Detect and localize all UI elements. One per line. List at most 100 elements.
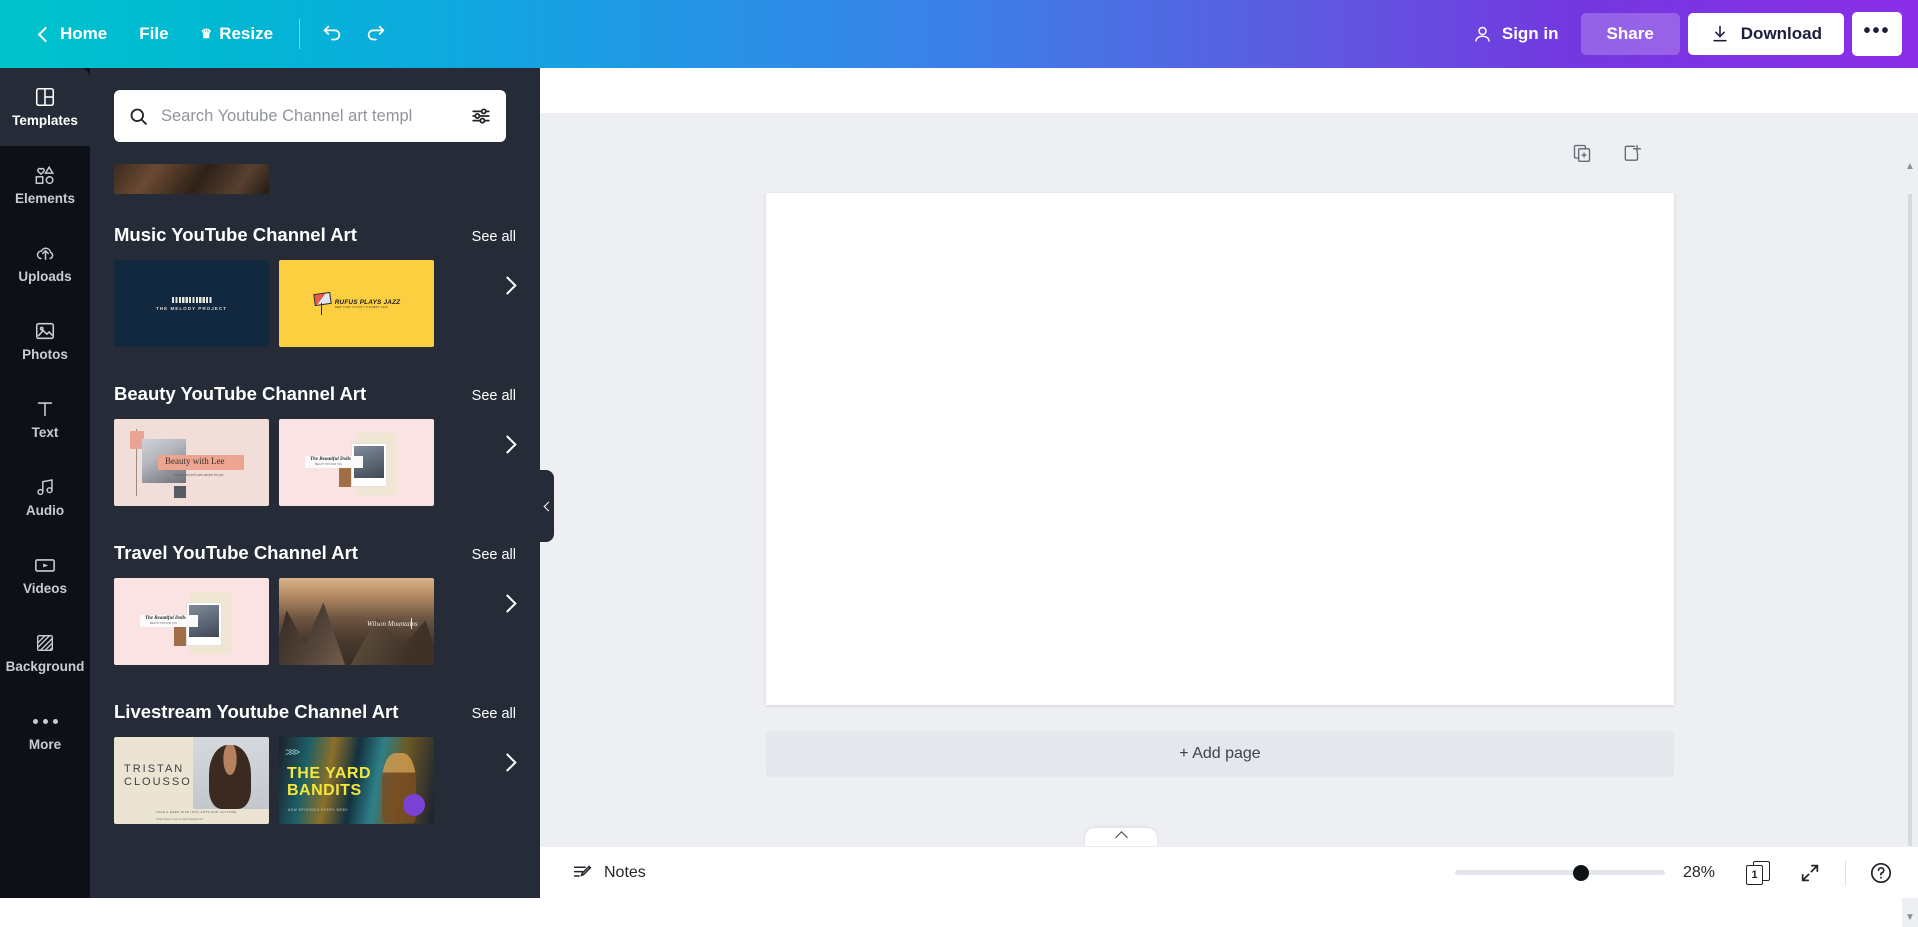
sidebar-item-label: Background [6, 659, 85, 674]
thumbnail-row: Beauty with Lee beauty and self care adv… [90, 419, 540, 506]
sidebar-item-uploads[interactable]: Uploads [0, 224, 90, 302]
undo-button[interactable] [310, 12, 354, 56]
background-icon [34, 632, 56, 654]
template-section-music: Music YouTube Channel Art See all THE ME… [90, 224, 540, 347]
template-thumbnail-melody-project[interactable]: THE MELODY PROJECT [114, 260, 269, 347]
template-thumbnail-rufus-plays-jazz[interactable]: RUFUS PLAYS JAZZ NEW YORK COUNTY'S FINES… [279, 260, 434, 347]
template-subcaption: NEW YORK COUNTY'S FINEST JAZZ [335, 306, 401, 309]
fullscreen-button[interactable] [1793, 856, 1827, 890]
see-all-link-beauty[interactable]: See all [472, 388, 516, 404]
thumbnail-row: TRISTANCLOUSSO TAKE A DEEP DIVE INTO ART… [90, 737, 540, 824]
sidebar-item-label: Audio [26, 503, 64, 518]
share-button[interactable]: Share [1581, 13, 1680, 55]
see-all-link-travel[interactable]: See all [472, 547, 516, 563]
sidebar-item-text[interactable]: Text [0, 380, 90, 458]
section-title: Livestream Youtube Channel Art [114, 701, 398, 723]
design-page-canvas[interactable] [766, 193, 1674, 705]
template-subcaption: BEAUTY TIPS FOR YOU [315, 463, 342, 466]
page-number-badge: 1 [1746, 865, 1763, 885]
search-bar[interactable] [114, 90, 506, 142]
resize-button[interactable]: ♛ Resize [185, 15, 290, 53]
sidebar-item-photos[interactable]: Photos [0, 302, 90, 380]
template-thumbnail-beautiful-dolls[interactable]: The Beautiful Dolls BEAUTY TIPS FOR YOU [279, 419, 434, 506]
sign-in-button[interactable]: Sign in [1458, 15, 1573, 54]
bottom-bar: Notes 28% 1 [540, 846, 1918, 898]
share-label: Share [1607, 24, 1654, 43]
decor-dark-square [174, 486, 186, 498]
canvas-vertical-scrollbar[interactable]: ▲ ▼ [1902, 158, 1918, 927]
thumbnail-row: THE MELODY PROJECT RUFUS PLAYS JAZZ NEW … [90, 260, 540, 347]
sign-in-label: Sign in [1502, 24, 1559, 44]
filter-sliders-icon[interactable] [470, 105, 492, 127]
panel-collapse-handle[interactable] [540, 470, 554, 542]
scroll-up-arrow[interactable]: ▲ [1905, 158, 1915, 176]
templates-scroll-area[interactable]: Music YouTube Channel Art See all THE ME… [90, 68, 540, 898]
uploads-icon [34, 242, 57, 264]
next-arrow-music[interactable] [496, 273, 522, 299]
template-subcaption: BEAUTY TIPS FOR YOU [150, 622, 177, 625]
see-all-link-livestream[interactable]: See all [472, 706, 516, 722]
redo-button[interactable] [354, 12, 398, 56]
template-thumbnail-wilson-mountains[interactable]: Wilson Mountains [279, 578, 434, 665]
sidebar-item-audio[interactable]: Audio [0, 458, 90, 536]
decor-chevrons: >>> [285, 745, 297, 759]
home-button[interactable]: Home [18, 15, 123, 53]
template-caption: Beauty with Lee [165, 456, 224, 466]
templates-icon [34, 86, 56, 108]
more-options-button[interactable]: ••• [1852, 12, 1902, 56]
duplicate-page-button[interactable] [1572, 143, 1592, 168]
header-right-group: Sign in Share Download ••• [1458, 12, 1918, 56]
sidebar-item-more[interactable]: More [0, 692, 90, 770]
template-thumbnail[interactable] [114, 164, 269, 194]
jazz-text-block: RUFUS PLAYS JAZZ NEW YORK COUNTY'S FINES… [335, 299, 401, 309]
section-title: Travel YouTube Channel Art [114, 542, 358, 564]
scroll-track[interactable] [1908, 194, 1912, 891]
bottom-bar-right-group: 28% 1 [1455, 856, 1918, 890]
template-thumbnail-beauty-with-lee[interactable]: Beauty with Lee beauty and self care adv… [114, 419, 269, 506]
section-title: Beauty YouTube Channel Art [114, 383, 366, 405]
scroll-spacer [90, 860, 540, 898]
title-tag: The Beautiful Dolls BEAUTY TIPS FOR YOU [305, 456, 363, 468]
template-thumbnail-beautiful-dolls-travel[interactable]: The Beautiful Dolls BEAUTY TIPS FOR YOU [114, 578, 269, 665]
scroll-down-arrow[interactable]: ▼ [1905, 909, 1915, 927]
file-menu-button[interactable]: File [123, 15, 184, 53]
decor-portrait [193, 737, 269, 809]
back-chevron-icon [38, 26, 54, 42]
zoom-slider-track[interactable] [1455, 870, 1665, 875]
notes-button[interactable]: Notes [562, 855, 656, 890]
undo-icon [321, 23, 343, 45]
sidebar-item-background[interactable]: Background [0, 614, 90, 692]
templates-panel: Music YouTube Channel Art See all THE ME… [90, 68, 540, 898]
thumbnail-row: The Beautiful Dolls BEAUTY TIPS FOR YOU … [90, 578, 540, 665]
sidebar-item-elements[interactable]: Elements [0, 146, 90, 224]
add-page-icon [1622, 143, 1642, 163]
next-arrow-livestream[interactable] [496, 750, 522, 776]
template-thumbnail-tristan-clousso[interactable]: TRISTANCLOUSSO TAKE A DEEP DIVE INTO ART… [114, 737, 269, 824]
next-arrow-beauty[interactable] [496, 432, 522, 458]
template-caption: TRISTANCLOUSSO [124, 763, 192, 789]
sidebar-item-videos[interactable]: Videos [0, 536, 90, 614]
search-input[interactable] [161, 107, 470, 126]
add-page-button[interactable]: + Add page [766, 731, 1674, 777]
title-tag: The Beautiful Dolls BEAUTY TIPS FOR YOU [140, 615, 198, 627]
zoom-slider-knob[interactable] [1573, 865, 1589, 881]
crown-icon: ♛ [201, 27, 213, 40]
canvas-viewport[interactable]: + Add page ▲ ▼ ◀ ▶ [540, 113, 1918, 898]
see-all-link-music[interactable]: See all [472, 229, 516, 245]
zoom-slider[interactable] [1455, 870, 1665, 875]
notes-icon [572, 862, 593, 883]
help-button[interactable] [1864, 856, 1898, 890]
download-button[interactable]: Download [1688, 13, 1844, 55]
resize-label: Resize [219, 24, 273, 44]
sidebar-item-label: Photos [22, 347, 68, 362]
template-thumbnail-the-yard-bandits[interactable]: >>> THE YARDBANDITS NEW EPISODES EVERY W… [279, 737, 434, 824]
add-page-button-top[interactable] [1622, 143, 1642, 168]
notes-label: Notes [604, 864, 646, 882]
bottom-panel-expand-tab[interactable] [1085, 828, 1157, 846]
page-manager-icon: 1 [1746, 861, 1770, 885]
help-icon [1869, 861, 1893, 885]
sidebar-item-templates[interactable]: Templates [0, 68, 90, 146]
next-arrow-travel[interactable] [496, 591, 522, 617]
page-manager-button[interactable]: 1 [1741, 856, 1775, 890]
template-section-beauty: Beauty YouTube Channel Art See all Beaut… [90, 383, 540, 506]
